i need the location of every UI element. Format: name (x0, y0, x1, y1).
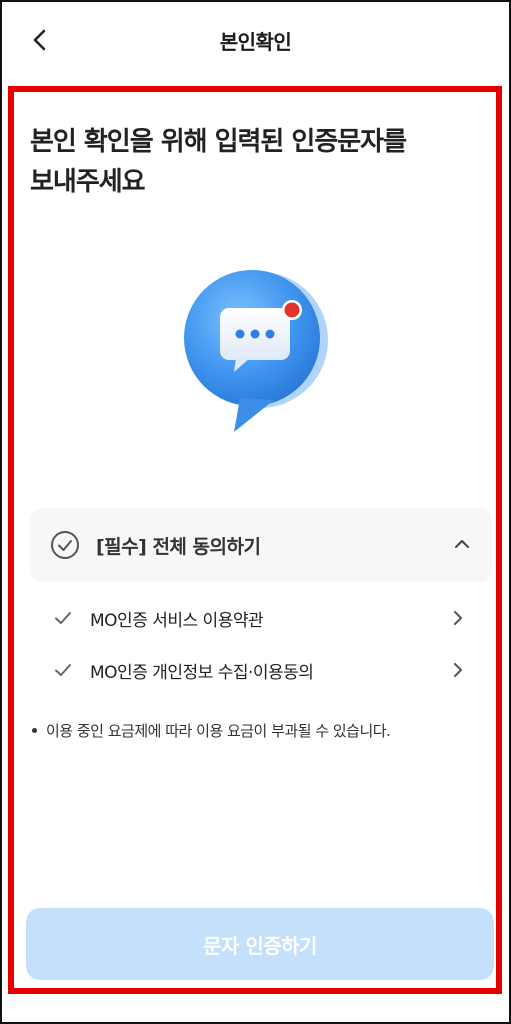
check-icon (55, 664, 71, 676)
agree-all-row[interactable]: [필수] 전체 동의하기 (30, 508, 492, 582)
term-label: MO인증 개인정보 수집·이용동의 (90, 662, 314, 683)
headline-line-2: 보내주세요 (30, 167, 146, 197)
term-row-service[interactable]: MO인증 서비스 이용약관 (30, 598, 492, 638)
top-bar: 본인확인 (2, 2, 509, 78)
chevron-right-icon[interactable] (448, 660, 468, 680)
term-row-privacy[interactable]: MO인증 개인정보 수집·이용동의 (30, 650, 492, 690)
chevron-left-icon (33, 29, 46, 51)
chevron-right-icon[interactable] (448, 608, 468, 628)
fee-notice-text: 이용 중인 요금제에 따라 이용 요금이 부과될 수 있습니다. (46, 722, 391, 740)
check-circle-icon (51, 531, 79, 559)
back-button[interactable] (24, 22, 56, 58)
headline: 본인 확인을 위해 입력된 인증문자를 보내주세요 (30, 122, 490, 202)
page-title: 본인확인 (219, 29, 292, 54)
fee-notice: 이용 중인 요금제에 따라 이용 요금이 부과될 수 있습니다. (32, 720, 492, 741)
message-bubble-icon (170, 258, 340, 438)
content-area: 본인 확인을 위해 입력된 인증문자를 보내주세요 [필수] 전체 동의하기 M… (20, 98, 494, 982)
term-label: MO인증 서비스 이용약관 (90, 610, 264, 631)
highlight-frame: 본인 확인을 위해 입력된 인증문자를 보내주세요 [필수] 전체 동의하기 M… (8, 86, 502, 994)
chevron-up-icon[interactable] (452, 534, 472, 554)
bullet-icon (32, 728, 37, 733)
headline-line-1: 본인 확인을 위해 입력된 인증문자를 (30, 127, 407, 157)
check-icon (55, 612, 71, 624)
send-sms-button[interactable]: 문자 인증하기 (26, 908, 494, 980)
agree-all-label: [필수] 전체 동의하기 (96, 535, 261, 558)
